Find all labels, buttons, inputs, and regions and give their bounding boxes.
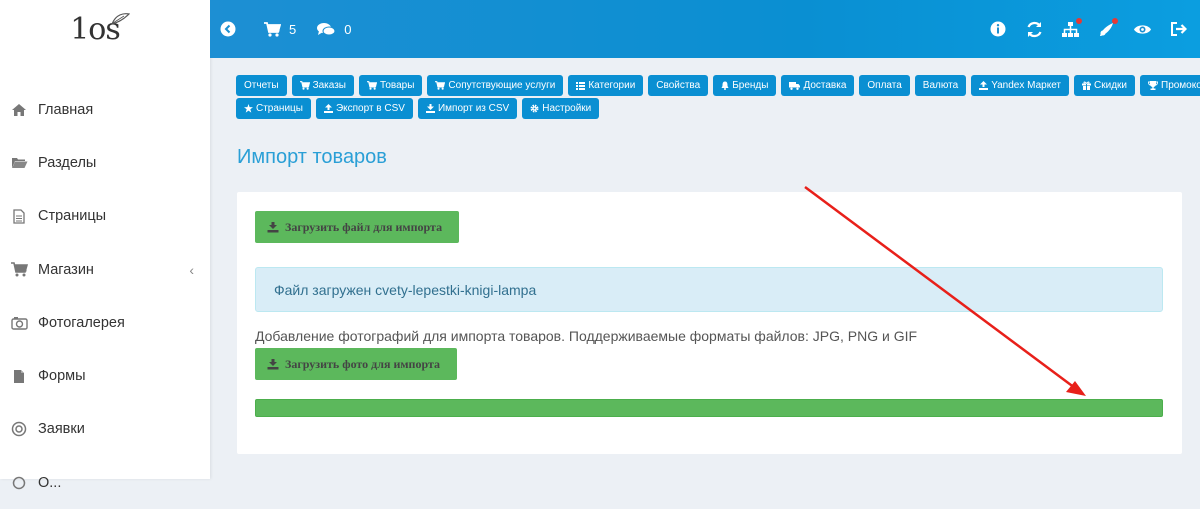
arrow-circle-left-icon bbox=[220, 21, 236, 37]
refresh-button[interactable] bbox=[1024, 19, 1044, 39]
import-panel: Загрузить файл для импорта Файл загружен… bbox=[237, 192, 1182, 454]
sidebar-item-shop[interactable]: Магазин ‹ bbox=[0, 243, 210, 296]
nav-button-delivery[interactable]: Доставка bbox=[781, 75, 855, 96]
upload-icon bbox=[323, 104, 333, 113]
sidebar-item-label: Разделы bbox=[38, 154, 97, 171]
sidebar-item-label: Главная bbox=[38, 101, 94, 118]
nav-button-products[interactable]: Товары bbox=[359, 75, 423, 96]
nav-button-brands[interactable]: Бренды bbox=[713, 75, 777, 96]
cart-icon bbox=[299, 81, 310, 90]
topbar: 5 0 bbox=[210, 0, 1200, 58]
sidebar-item-sections[interactable]: Разделы bbox=[0, 136, 210, 189]
star-icon bbox=[244, 104, 253, 113]
sidebar-item-pages[interactable]: Страницы bbox=[0, 190, 210, 243]
nav-button-discounts[interactable]: Скидки bbox=[1074, 75, 1135, 96]
comments-count: 0 bbox=[344, 21, 352, 37]
nav-button-promo-codes[interactable]: Промокоды bbox=[1140, 75, 1200, 96]
nav-button-related-services[interactable]: Сопутствующие услуги bbox=[427, 75, 564, 96]
main-content: Отчеты Заказы Товары Сопутствующие услуг… bbox=[210, 58, 1200, 479]
sidebar-menu: Главная Разделы Страницы Магазин ‹ Фотог… bbox=[0, 83, 210, 509]
trophy-icon bbox=[1148, 81, 1158, 90]
sitemap-button[interactable] bbox=[1060, 18, 1082, 39]
target-icon bbox=[10, 420, 28, 438]
nav-buttons-row-2: Страницы Экспорт в CSV Импорт из CSV Нас… bbox=[236, 98, 604, 119]
photo-help-text: Добавление фотографий для импорта товаро… bbox=[255, 328, 918, 344]
nav-button-payment[interactable]: Оплата bbox=[859, 75, 910, 96]
file-icon bbox=[10, 367, 28, 385]
cart-button[interactable]: 5 bbox=[264, 22, 296, 37]
upload-file-button[interactable]: Загрузить файл для импорта bbox=[255, 211, 459, 243]
sidebar-item-more[interactable]: О... bbox=[0, 456, 210, 509]
alert-text: Файл загружен cvety-lepestki-knigi-lampa bbox=[274, 281, 537, 298]
comments-icon bbox=[317, 22, 336, 35]
cart-icon bbox=[264, 21, 281, 37]
cart-count: 5 bbox=[289, 21, 297, 37]
upload-icon bbox=[979, 81, 989, 90]
nav-button-reports[interactable]: Отчеты bbox=[236, 75, 287, 96]
back-button[interactable] bbox=[220, 21, 244, 37]
nav-button-export-csv[interactable]: Экспорт в CSV bbox=[315, 98, 413, 119]
nav-buttons-row-1: Отчеты Заказы Товары Сопутствующие услуг… bbox=[236, 75, 1200, 96]
chevron-left-icon[interactable]: ‹ bbox=[189, 262, 194, 278]
cart-icon bbox=[367, 81, 377, 90]
nav-button-categories[interactable]: Категории bbox=[568, 75, 644, 96]
cart-icon bbox=[435, 81, 446, 90]
sidebar-item-gallery[interactable]: Фотогалерея bbox=[0, 296, 210, 349]
dot-icon bbox=[10, 474, 28, 492]
logo[interactable]: 1os bbox=[0, 0, 210, 58]
page-title: Импорт товаров bbox=[237, 146, 387, 168]
upload-photo-button[interactable]: Загрузить фото для импорта bbox=[255, 348, 457, 380]
info-button[interactable] bbox=[988, 19, 1008, 39]
gift-icon bbox=[1082, 81, 1092, 90]
nav-button-properties[interactable]: Свойства bbox=[648, 75, 709, 96]
gear-icon bbox=[530, 104, 539, 113]
logout-button[interactable] bbox=[1168, 19, 1188, 39]
nav-button-pages[interactable]: Страницы bbox=[236, 98, 311, 119]
sidebar-item-label: О... bbox=[38, 474, 62, 491]
file-outline-icon bbox=[10, 207, 28, 225]
sidebar-item-label: Формы bbox=[38, 368, 86, 385]
download-icon bbox=[267, 358, 279, 369]
notification-dot bbox=[1076, 18, 1082, 24]
bell-icon bbox=[721, 81, 729, 90]
nav-button-currency[interactable]: Валюта bbox=[914, 75, 967, 96]
nav-button-yandex-market[interactable]: Yandex Маркет bbox=[971, 75, 1070, 96]
sidebar-item-forms[interactable]: Формы bbox=[0, 349, 210, 402]
sidebar-item-label: Заявки bbox=[38, 421, 85, 438]
cart-icon bbox=[10, 261, 28, 279]
sidebar-item-label: Страницы bbox=[38, 208, 107, 225]
comments-button[interactable]: 0 bbox=[316, 22, 351, 37]
sidebar-item-label: Фотогалерея bbox=[38, 314, 125, 331]
folder-open-icon bbox=[10, 154, 28, 172]
upload-progress-bar bbox=[255, 399, 1163, 417]
logout-icon bbox=[1170, 22, 1187, 36]
list-icon bbox=[576, 81, 586, 90]
home-icon bbox=[10, 101, 28, 119]
nav-button-settings[interactable]: Настройки bbox=[522, 98, 600, 119]
nav-button-orders[interactable]: Заказы bbox=[291, 75, 354, 96]
sidebar-item-home[interactable]: Главная bbox=[0, 83, 210, 136]
notification-dot bbox=[1112, 18, 1118, 24]
upload-success-alert: Файл загружен cvety-lepestki-knigi-lampa bbox=[255, 267, 1163, 312]
sidebar-item-label: Магазин bbox=[38, 261, 94, 278]
eye-icon bbox=[1133, 24, 1151, 34]
info-icon bbox=[990, 21, 1006, 37]
nav-button-import-csv[interactable]: Импорт из CSV bbox=[417, 98, 518, 119]
rocket-button[interactable] bbox=[1096, 18, 1118, 39]
sidebar: 1os Главная Разделы Страницы Магазин ‹ Ф… bbox=[0, 0, 210, 491]
refresh-icon bbox=[1026, 21, 1042, 37]
download-icon bbox=[267, 221, 279, 232]
view-site-button[interactable] bbox=[1132, 19, 1152, 39]
download-icon bbox=[425, 104, 435, 113]
truck-icon bbox=[789, 81, 801, 90]
sidebar-item-requests[interactable]: Заявки bbox=[0, 403, 210, 456]
leaf-icon bbox=[110, 13, 130, 25]
camera-icon bbox=[10, 314, 28, 332]
